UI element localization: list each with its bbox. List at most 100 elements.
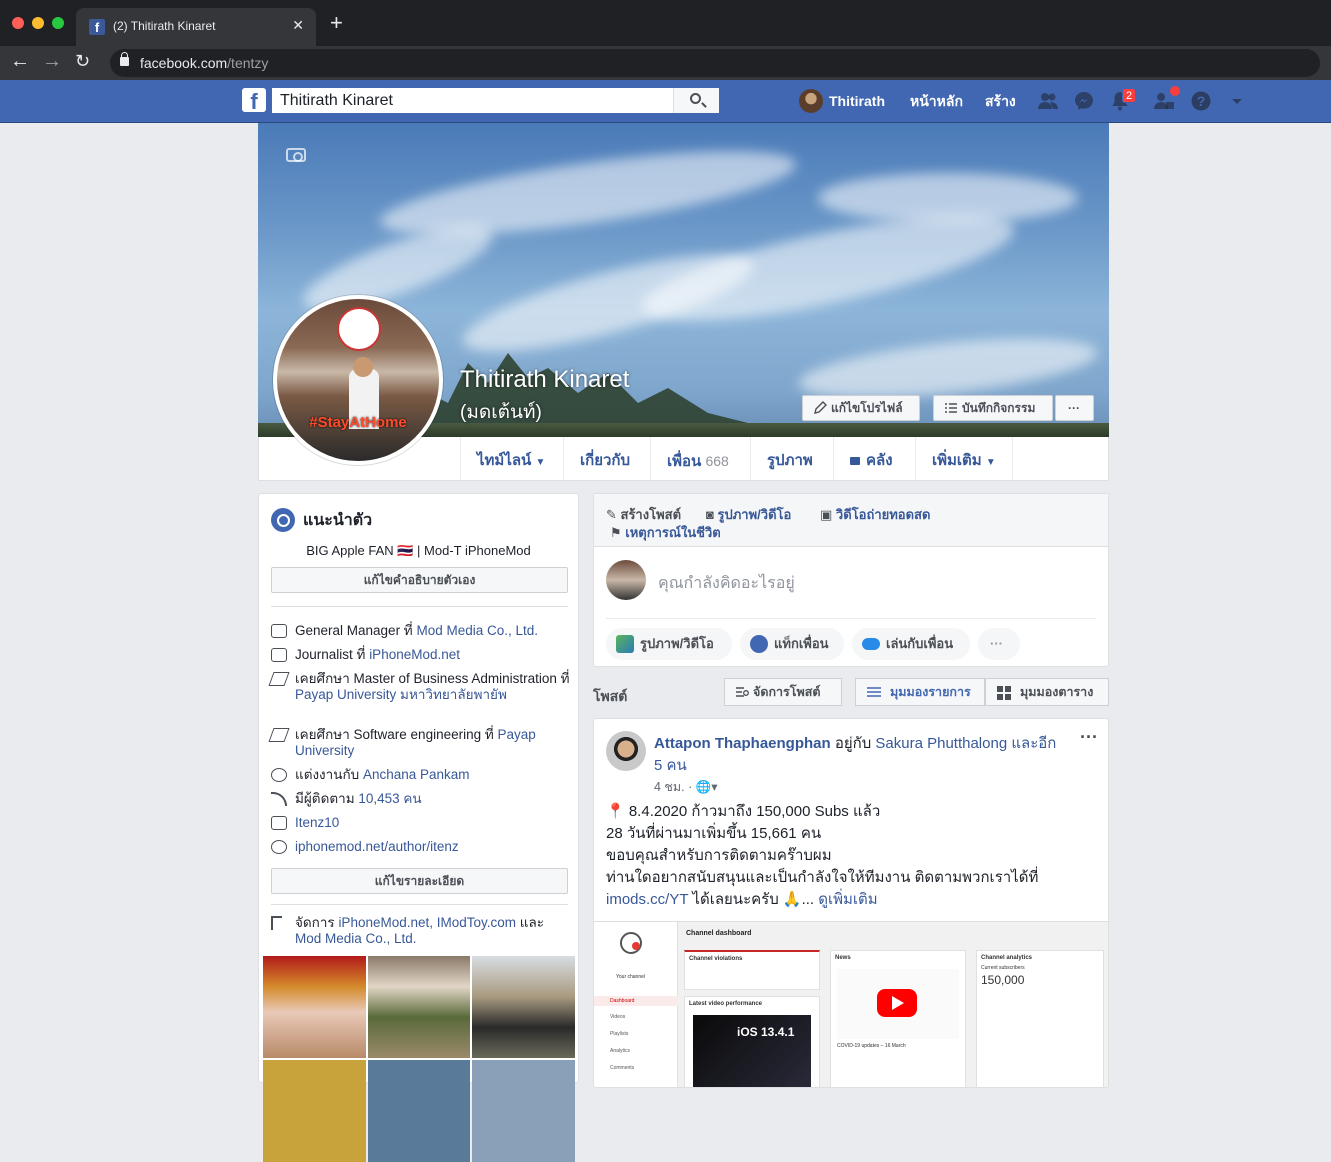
help-icon[interactable]: ? [1190, 90, 1212, 112]
browser-titlebar: f (2) Thitirath Kinaret ✕ + [0, 0, 1331, 46]
live-video-tab[interactable]: ▣ วิดีโอถ่ายทอดสด [820, 504, 930, 525]
flag-icon: ⚑ [610, 525, 622, 540]
post-with-link[interactable]: Sakura Phutthalong [875, 735, 1007, 752]
facebook-favicon-icon: f [89, 19, 105, 35]
close-window-button[interactable] [12, 17, 24, 29]
tab-archive[interactable]: คลัง [833, 437, 909, 480]
friends-count: 668 [705, 453, 729, 469]
grid-view-label: มุมมองตาราง [1020, 685, 1094, 699]
tab-archive-label: คลัง [866, 452, 893, 469]
url-field[interactable]: facebook.com/tentzy [110, 49, 1320, 77]
post-link[interactable]: imods.cc/YT [606, 891, 688, 908]
url-path: /tentzy [227, 55, 269, 71]
graduation-cap-icon [268, 672, 290, 686]
messenger-icon[interactable] [1073, 90, 1095, 112]
work-1-link[interactable]: Mod Media Co., Ltd. [416, 623, 538, 638]
play-with-friends-pill-button[interactable]: เล่นกับเพื่อน [852, 628, 970, 660]
website-link[interactable]: iphonemod.net/author/itenz [295, 839, 459, 854]
edit-details-button[interactable]: แก้ไขรายละเอียด [271, 868, 568, 894]
more-options-label: ··· [1068, 401, 1080, 415]
ios-thumbnail-text: iOS 13.4.1 [737, 1025, 795, 1039]
manage-last-link[interactable]: Mod Media Co., Ltd. [295, 931, 417, 946]
manage-posts-button[interactable]: จัดการโพสต์ [724, 678, 842, 706]
search-box[interactable]: Thitirath Kinaret [272, 88, 719, 113]
search-button[interactable] [673, 88, 719, 113]
tab-friends[interactable]: เพื่อน 668 [650, 437, 745, 480]
website-item: iphonemod.net/author/itenz [271, 839, 571, 855]
post-image[interactable]: Your channel Dashboard Videos Playlists … [594, 921, 1108, 1087]
list-view-label: มุมมองรายการ [890, 685, 971, 699]
edit-bio-button[interactable]: แก้ไขคำอธิบายตัวเอง [271, 567, 568, 593]
intro-photo-5[interactable] [368, 1060, 470, 1162]
edit-profile-label: แก้ไขโปรไฟล์ [831, 401, 903, 415]
more-options-button[interactable]: ··· [1055, 395, 1094, 421]
status-input[interactable]: คุณกำลังคิดอะไรอยู่ [658, 571, 795, 596]
work-2-link[interactable]: iPhoneMod.net [369, 647, 460, 662]
instagram-link[interactable]: Itenz10 [295, 815, 339, 830]
profile-picture[interactable]: #StayAtHome [273, 295, 443, 465]
tab-about[interactable]: เกี่ยวกับ [563, 437, 646, 480]
manage-links[interactable]: iPhoneMod.net, IModToy.com [338, 915, 516, 930]
post-timestamp[interactable]: 4 ชม. · 🌐▾ [654, 777, 718, 797]
back-icon[interactable]: ← [10, 51, 30, 71]
menu-videos: Videos [610, 1014, 626, 1020]
account-menu-chevron-down-icon[interactable] [1226, 90, 1248, 112]
instagram-icon [271, 816, 287, 830]
minimize-window-button[interactable] [32, 17, 44, 29]
list-view-button[interactable]: มุมมองรายการ [855, 678, 985, 706]
life-event-label: เหตุการณ์ในชีวิต [625, 525, 721, 540]
work-1-text: General Manager ที่ [295, 623, 417, 638]
close-tab-icon[interactable]: ✕ [292, 17, 304, 34]
see-more-link[interactable]: ดูเพิ่มเติม [818, 891, 877, 908]
intro-photo-1[interactable] [263, 956, 366, 1058]
create-link[interactable]: สร้าง [985, 80, 1016, 123]
composer-more-button[interactable]: ··· [978, 628, 1020, 660]
avatar[interactable] [799, 89, 823, 113]
new-tab-button[interactable]: + [330, 12, 343, 34]
followers-link[interactable]: 10,453 คน [358, 791, 421, 806]
create-post-label: สร้างโพสต์ [620, 507, 682, 522]
update-cover-camera-icon[interactable] [286, 148, 306, 162]
latest-video-label: Latest video performance [689, 1001, 763, 1007]
maximize-window-button[interactable] [52, 17, 64, 29]
intro-photo-2[interactable] [368, 956, 470, 1058]
tag-friends-pill-button[interactable]: แท็กเพื่อน [740, 628, 844, 660]
search-input[interactable]: Thitirath Kinaret [280, 92, 393, 110]
grid-view-button[interactable]: มุมมองตาราง [985, 678, 1109, 706]
menu-comments: Comments [610, 1065, 635, 1071]
friend-requests-icon[interactable] [1037, 90, 1059, 112]
intro-card: แนะนำตัว BIG Apple FAN 🇹🇭 | Mod-T iPhone… [258, 493, 579, 1162]
reload-icon[interactable]: ↻ [75, 51, 90, 71]
search-icon [690, 93, 701, 104]
married-link[interactable]: Anchana Pankam [363, 767, 470, 782]
briefcase-icon [271, 648, 287, 662]
intro-photo-3[interactable] [472, 956, 575, 1058]
menu-playlists: Playlists [610, 1031, 629, 1037]
photo-video-pill-button[interactable]: รูปภาพ/วิดีโอ [606, 628, 732, 660]
manage-text: จัดการ [295, 915, 339, 930]
post-text: 📍 8.4.2020 ก้าวมาถึง 150,000 Subs แล้ว 2… [606, 801, 1106, 911]
avatar[interactable] [606, 731, 646, 771]
profile-link[interactable]: Thitirath [829, 80, 885, 123]
intro-photo-4[interactable] [263, 1060, 366, 1162]
forward-icon[interactable]: → [42, 51, 62, 71]
facebook-logo-icon[interactable]: f [242, 88, 266, 112]
tab-photos[interactable]: รูปภาพ [750, 437, 829, 480]
edit-profile-button[interactable]: แก้ไขโปรไฟล์ [802, 395, 920, 421]
video-camera-icon: ▣ [820, 507, 833, 522]
post-author-link[interactable]: Attapon Thaphaengphan [654, 735, 831, 752]
covid-update-label: COVID-19 updates – 16 March [837, 1043, 906, 1049]
browser-tab[interactable]: f (2) Thitirath Kinaret ✕ [76, 8, 316, 46]
intro-photo-6[interactable] [472, 1060, 575, 1162]
edu-1-link[interactable]: Payap University มหาวิทยาลัยพายัพ [295, 687, 507, 702]
life-event-tab[interactable]: ⚑ เหตุการณ์ในชีวิต [610, 522, 721, 543]
activity-log-button[interactable]: บันทึกกิจกรรม [933, 395, 1053, 421]
tab-timeline[interactable]: ไทม์ไลน์ ▼ [460, 437, 561, 480]
subs-count: 150,000 [981, 973, 1025, 987]
married-text: แต่งงานกับ [295, 767, 363, 782]
home-link[interactable]: หน้าหลัก [910, 80, 963, 123]
camera-icon: ◙ [706, 507, 714, 522]
tab-more[interactable]: เพิ่มเติม ▼ [915, 437, 1013, 480]
post-options-icon[interactable]: ··· [1080, 727, 1098, 748]
graduation-cap-icon [268, 728, 290, 742]
